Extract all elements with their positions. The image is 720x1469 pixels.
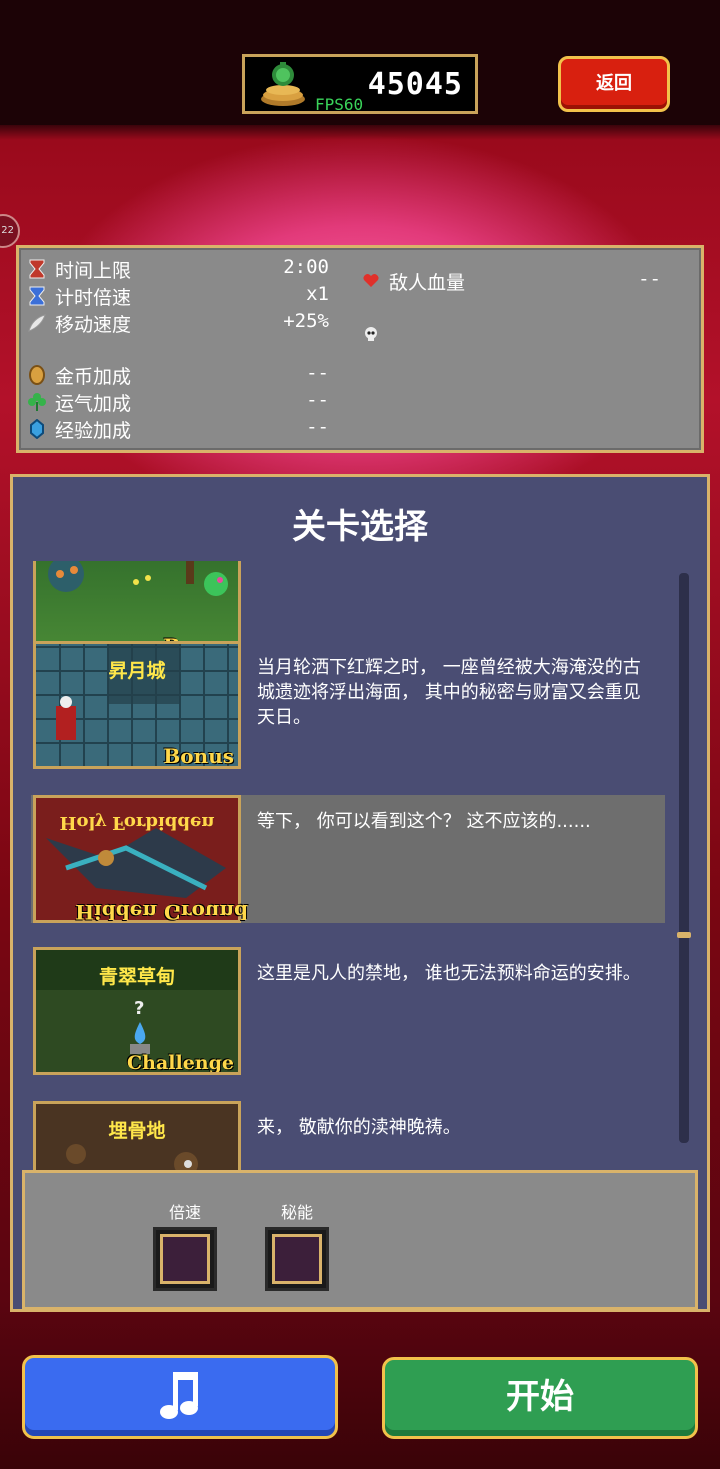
arcana-label: 秘能: [281, 1203, 314, 1222]
stage-thumbnail: 昇月城 Bonus: [33, 641, 241, 769]
coin-counter: FPS60 45045: [242, 54, 478, 114]
stage-item-bone-zone[interactable]: 埋骨地 来， 敬献你的渎神晚祷。: [31, 1101, 665, 1171]
stage-description: 这里是凡人的禁地， 谁也无法预料命运的安排。: [257, 963, 641, 984]
stage-thumbnail: 埋骨地: [33, 1101, 241, 1171]
start-button[interactable]: 开始: [382, 1357, 698, 1439]
coin-bag-icon: [261, 62, 305, 106]
stage-description: 等下， 你可以看到这个？ 这不应该的......: [257, 811, 591, 832]
music-button[interactable]: [22, 1355, 338, 1439]
stat-move-speed: 移动速度 +25%: [27, 310, 329, 336]
stat-time-limit: 时间上限 2:00: [27, 256, 329, 282]
svg-text:?: ?: [134, 998, 144, 1019]
stage-thumbnail: ? 青翠草甸 Challenge: [33, 947, 241, 1075]
stats-panel: 时间上限 2:00 计时倍速 x1 移动速度 +25% 金币加成 -- 运气加成…: [16, 245, 704, 453]
speed-label: 倍速: [169, 1203, 202, 1222]
stage-description: 来， 敬献你的渎神晚祷。: [257, 1117, 461, 1138]
stage-item-green-meadow[interactable]: ? 青翠草甸 Challenge 这里是凡人的禁地， 谁也无法预料命运的安排。: [31, 947, 665, 1075]
stat-gold-bonus: 金币加成 --: [27, 362, 329, 388]
coin-value: 45045: [367, 67, 463, 102]
stage-item-moon-castle[interactable]: 昇月城 Bonus 当月轮洒下红辉之时， 一座曾经被大海淹没的古城遗迹将浮出海面…: [31, 641, 665, 769]
gem-icon: [30, 419, 44, 439]
music-note-icon: [160, 1372, 198, 1419]
stage-list-scroll-thumb[interactable]: [677, 932, 691, 938]
stat-timer-speed: 计时倍速 x1: [27, 283, 329, 309]
back-button[interactable]: 返回: [558, 56, 670, 112]
heart-icon: [363, 274, 379, 287]
wing-icon: [28, 314, 46, 332]
stage-list-scrollbar[interactable]: [679, 573, 689, 1143]
hourglass-blue-icon: [29, 286, 45, 306]
stage-description: 当月轮洒下红辉之时， 一座曾经被大海淹没的古城遗迹将浮出海面， 其中的秘密与财富…: [257, 657, 641, 728]
stage-select-title: 关卡选择: [292, 507, 428, 547]
stage-item-hidden-ground[interactable]: Holy Forbidden Hidden Ground 等下， 你可以看到这个…: [31, 795, 665, 924]
clover-icon: [28, 393, 46, 411]
stat-luck-bonus: 运气加成 --: [27, 389, 329, 415]
hourglass-red-icon: [29, 259, 45, 279]
arcana-toggle[interactable]: [265, 1227, 329, 1291]
stage-list[interactable]: Bonus 昇月城 Bonus 当月轮洒下红辉之时， 一座: [13, 561, 707, 1171]
fps-counter: FPS60: [315, 95, 364, 114]
options-panel: 倍速 秘能: [22, 1170, 698, 1310]
stage-thumbnail: Holy Forbidden Hidden Ground: [33, 795, 248, 924]
skull-icon: [365, 327, 377, 341]
speed-toggle[interactable]: [153, 1227, 217, 1291]
coin-icon: [29, 365, 45, 385]
stat-enemy-hp: 敌人血量 --: [361, 268, 661, 294]
stat-exp-bonus: 经验加成 --: [27, 416, 329, 442]
